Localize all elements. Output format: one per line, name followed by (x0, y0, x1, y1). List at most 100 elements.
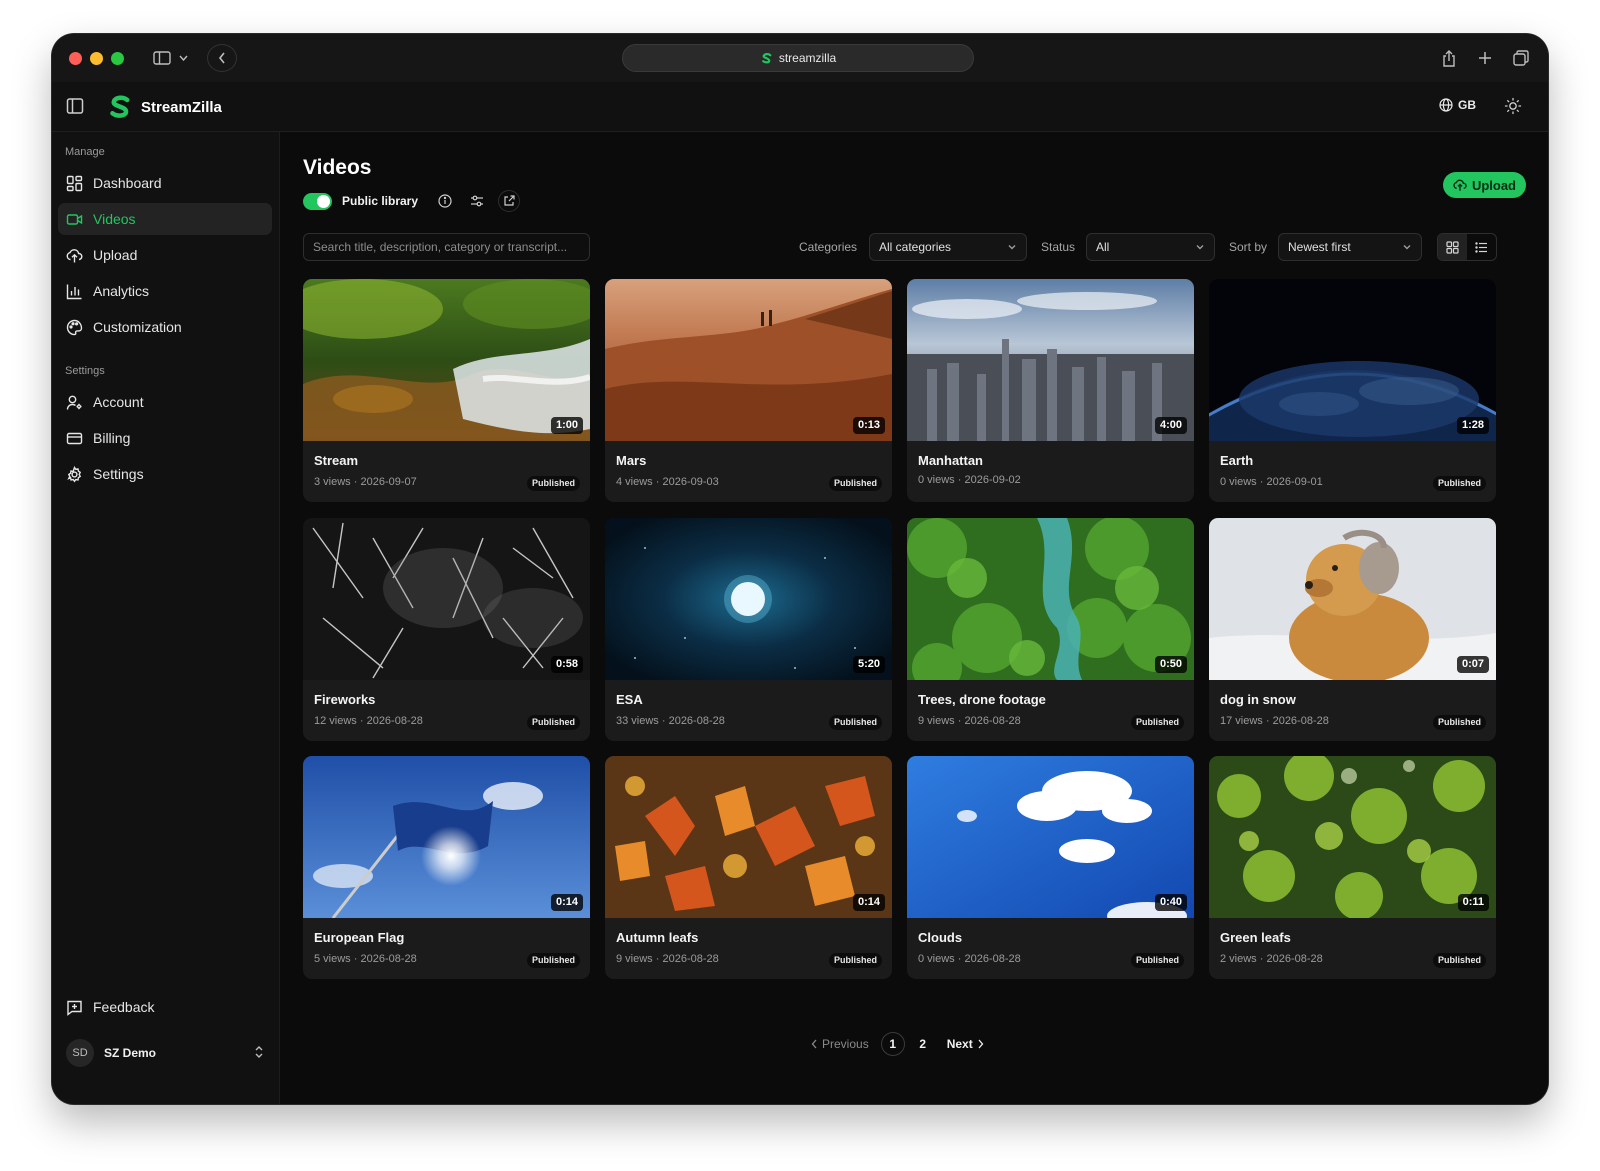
tab-overview-button[interactable] (1508, 44, 1534, 72)
video-card[interactable]: 0:13 Mars 4 views · 2026-09-03 Published (605, 279, 892, 502)
video-card[interactable]: 0:07 dog in snow 17 views · 2026-08-28 P… (1209, 518, 1496, 741)
streamzilla-logo-icon (110, 95, 130, 118)
video-thumbnail[interactable] (907, 756, 1194, 918)
page-2-button[interactable]: 2 (911, 1032, 935, 1056)
address-bar[interactable]: streamzilla (622, 44, 974, 72)
status-badge: Published (828, 476, 882, 491)
minimize-window-button[interactable] (90, 52, 103, 65)
video-card[interactable]: 1:28 Earth 0 views · 2026-09-01 Publishe… (1209, 279, 1496, 502)
sidebar-item-feedback[interactable]: Feedback (58, 991, 272, 1023)
palette-icon (66, 319, 83, 335)
next-page-button[interactable]: Next (947, 1037, 984, 1051)
categories-value: All categories (879, 240, 952, 254)
video-duration: 0:50 (1154, 656, 1187, 673)
video-card[interactable]: 0:50 Trees, drone footage 9 views · 2026… (907, 518, 1194, 741)
video-title[interactable]: European Flag (314, 930, 404, 945)
upload-button[interactable]: Upload (1442, 172, 1526, 198)
video-thumbnail[interactable] (303, 279, 590, 441)
video-thumbnail[interactable] (1209, 279, 1496, 441)
chevron-right-icon (978, 1039, 984, 1049)
sidebar-item-dashboard[interactable]: Dashboard (58, 167, 272, 199)
video-thumbnail[interactable] (605, 279, 892, 441)
sidebar-item-label: Analytics (93, 283, 150, 299)
video-title[interactable]: ESA (616, 692, 643, 707)
video-card[interactable]: 0:14 Autumn leafs 9 views · 2026-08-28 P… (605, 756, 892, 979)
new-tab-button[interactable] (1472, 44, 1498, 72)
status-badge: Published (1130, 953, 1184, 968)
globe-icon (1439, 98, 1453, 112)
pagination: Previous 1 2 Next (811, 1032, 984, 1056)
search-input[interactable] (303, 233, 590, 261)
video-thumbnail[interactable] (1209, 518, 1496, 680)
toggle-sidebar-button[interactable] (66, 97, 84, 115)
chevron-left-icon (218, 52, 225, 64)
status-badge: Published (526, 953, 580, 968)
video-title[interactable]: dog in snow (1220, 692, 1296, 707)
status-select[interactable]: All (1086, 233, 1215, 261)
language-selector[interactable]: GB (1439, 98, 1476, 112)
video-thumbnail[interactable] (1209, 756, 1496, 918)
zoom-window-button[interactable] (111, 52, 124, 65)
sidebar-item-account[interactable]: Account (58, 386, 272, 418)
public-library-toggle[interactable] (303, 192, 332, 210)
video-card[interactable]: 4:00 Manhattan 0 views · 2026-09-02 (907, 279, 1194, 502)
video-card[interactable]: 0:14 European Flag 5 views · 2026-08-28 … (303, 756, 590, 979)
open-public-library-button[interactable] (498, 190, 521, 212)
video-title[interactable]: Mars (616, 453, 646, 468)
sidebar-item-settings[interactable]: Settings (58, 458, 272, 490)
video-title[interactable]: Fireworks (314, 692, 375, 707)
video-duration: 0:11 (1457, 894, 1489, 911)
categories-label: Categories (799, 240, 858, 254)
video-card[interactable]: 0:11 Green leafs 2 views · 2026-08-28 Pu… (1209, 756, 1496, 979)
video-date: 2026-08-28 (1266, 953, 1323, 965)
video-title[interactable]: Stream (314, 453, 358, 468)
categories-select[interactable]: All categories (869, 233, 1027, 261)
sort-select[interactable]: Newest first (1278, 233, 1422, 261)
brand[interactable]: StreamZilla (106, 94, 222, 120)
video-thumbnail[interactable] (303, 518, 590, 680)
browser-toolbar: streamzilla (52, 34, 1548, 82)
public-library-row: Public library (303, 190, 521, 212)
theme-toggle-button[interactable] (1504, 97, 1522, 115)
video-views: 0 views (918, 474, 955, 486)
browser-sidebar-button[interactable] (142, 44, 198, 72)
sidebar-item-upload[interactable]: Upload (58, 239, 272, 271)
video-title[interactable]: Manhattan (918, 453, 983, 468)
share-button[interactable] (1436, 44, 1462, 72)
sidebar-item-billing[interactable]: Billing (58, 422, 272, 454)
video-date: 2026-08-28 (964, 953, 1021, 965)
video-title[interactable]: Clouds (918, 930, 962, 945)
sidebar-item-analytics[interactable]: Analytics (58, 275, 272, 307)
video-views: 17 views (1220, 715, 1263, 727)
next-label: Next (946, 1037, 973, 1051)
info-button[interactable] (434, 190, 456, 212)
video-card[interactable]: 0:40 Clouds 0 views · 2026-08-28 Publish… (907, 756, 1194, 979)
sidebar-item-label: Videos (93, 211, 136, 227)
video-card[interactable]: 0:58 Fireworks 12 views · 2026-08-28 Pub… (303, 518, 590, 741)
video-date: 2026-09-01 (1266, 476, 1323, 488)
library-settings-button[interactable] (466, 190, 488, 212)
video-card[interactable]: 1:00 Stream 3 views · 2026-09-07 Publish… (303, 279, 590, 502)
back-button[interactable] (207, 44, 237, 72)
video-thumbnail[interactable] (303, 756, 590, 918)
video-thumbnail[interactable] (907, 279, 1194, 441)
video-thumbnail[interactable] (605, 756, 892, 918)
video-thumbnail[interactable] (605, 518, 892, 680)
video-date: 2026-08-28 (964, 715, 1021, 727)
video-title[interactable]: Green leafs (1220, 930, 1291, 945)
grid-view-button[interactable] (1438, 234, 1467, 260)
video-card[interactable]: 5:20 ESA 33 views · 2026-08-28 Published (605, 518, 892, 741)
video-thumbnail[interactable] (907, 518, 1194, 680)
page-1-button[interactable]: 1 (880, 1032, 905, 1056)
video-date: 2026-08-28 (662, 953, 719, 965)
user-menu[interactable]: SD SZ Demo (58, 1031, 272, 1075)
video-title[interactable]: Autumn leafs (616, 930, 698, 945)
video-title[interactable]: Earth (1220, 453, 1253, 468)
close-window-button[interactable] (69, 52, 82, 65)
video-title[interactable]: Trees, drone footage (918, 692, 1046, 707)
settings-section-label: Settings (65, 365, 105, 377)
previous-page-button[interactable]: Previous (811, 1037, 869, 1051)
sidebar-item-customization[interactable]: Customization (58, 311, 272, 343)
sidebar-item-videos[interactable]: Videos (58, 203, 272, 235)
list-view-button[interactable] (1467, 234, 1496, 260)
